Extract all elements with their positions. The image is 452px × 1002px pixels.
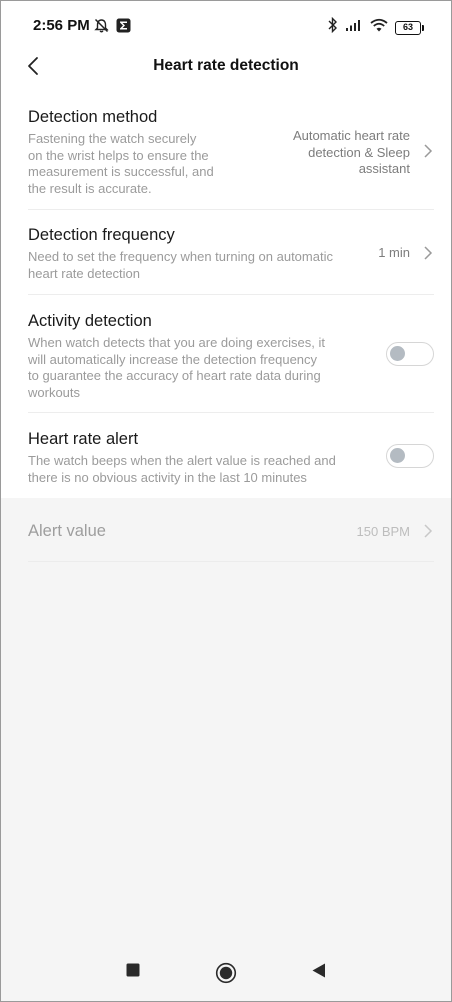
desc-line: When watch detects that you are doing ex…: [28, 335, 325, 350]
heart-rate-alert-toggle[interactable]: [386, 444, 434, 468]
recents-square-icon[interactable]: [126, 963, 140, 982]
heart-rate-alert-title: Heart rate alert: [28, 430, 139, 448]
status-time: 2:56 PM: [33, 17, 90, 34]
desc-line: to guarantee the accuracy of heart rate …: [28, 368, 321, 383]
desc-line: the result is accurate.: [28, 180, 152, 196]
heart-rate-alert-row: Heart rate alert The watch beeps when th…: [28, 430, 434, 486]
back-triangle-icon[interactable]: [311, 963, 326, 983]
divider: [28, 294, 434, 295]
desc-line: workouts: [28, 384, 81, 400]
value-line: Automatic heart rate: [292, 128, 410, 143]
divider: [28, 412, 434, 413]
detection-frequency-value: 1 min: [378, 245, 410, 260]
detection-method-value: Automatic heart rate detection & Sleep a…: [293, 128, 410, 178]
activity-detection-row: Activity detection When watch detects th…: [28, 312, 434, 402]
detection-method-row[interactable]: Detection method Fastening the watch sec…: [28, 108, 434, 212]
alarm-off-icon: [93, 17, 110, 39]
detection-frequency-row[interactable]: Detection frequency Need to set the freq…: [28, 226, 434, 284]
heart-rate-alert-description: The watch beeps when the alert value is …: [28, 453, 434, 486]
value-line: assistant: [358, 161, 410, 176]
signal-icon: [345, 18, 363, 37]
alert-value-value: 150 BPM: [356, 524, 410, 539]
activity-detection-title: Activity detection: [28, 312, 152, 330]
header: Heart rate detection: [1, 51, 451, 91]
desc-line: The watch beeps when the alert value is …: [28, 453, 336, 468]
chevron-right-icon: [422, 143, 434, 159]
bluetooth-icon: [328, 16, 338, 38]
status-bar: 2:56 PM 63: [1, 1, 451, 51]
desc-line: heart rate detection: [28, 265, 141, 281]
desc-line: will automatically increase the detectio…: [28, 351, 318, 367]
detection-frequency-title: Detection frequency: [28, 226, 175, 244]
activity-detection-toggle[interactable]: [386, 342, 434, 366]
wifi-icon: [370, 18, 388, 37]
chevron-right-icon: [422, 245, 434, 261]
home-circle-icon[interactable]: [215, 962, 237, 989]
value-line: detection & Sleep: [308, 144, 410, 160]
alert-value-row[interactable]: Alert value 150 BPM: [28, 514, 434, 550]
battery-icon: 63: [395, 20, 424, 35]
detection-method-title: Detection method: [28, 108, 158, 126]
page-title: Heart rate detection: [153, 57, 299, 74]
toggle-knob: [390, 448, 405, 463]
navigation-bar: [1, 945, 451, 1001]
desc-line: there is no obvious activity in the last…: [28, 469, 307, 485]
divider: [28, 209, 434, 210]
desc-line: Need to set the frequency when turning o…: [28, 249, 333, 264]
activity-detection-description: When watch detects that you are doing ex…: [28, 335, 434, 401]
settings-card: Detection method Fastening the watch sec…: [1, 91, 451, 498]
chevron-right-icon: [422, 523, 434, 539]
divider: [28, 561, 434, 562]
screen: 2:56 PM 63 Heart rate detection Detectio…: [0, 0, 452, 1002]
app-notification-icon: [116, 18, 131, 38]
toggle-knob: [390, 346, 405, 361]
detection-frequency-description: Need to set the frequency when turning o…: [28, 249, 434, 282]
